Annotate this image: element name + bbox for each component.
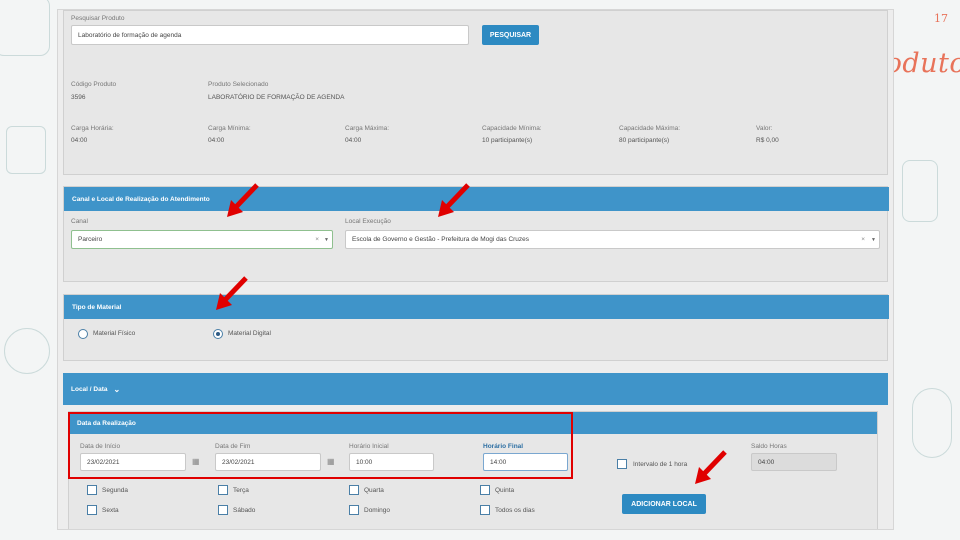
- phone-sketch: [902, 160, 938, 222]
- min-load-value: 04:00: [208, 137, 225, 144]
- weekday-label: Todos os dias: [495, 507, 535, 514]
- location-select-value: Escola de Governo e Gestão - Prefeitura …: [352, 236, 530, 243]
- balance-hours-label: Saldo Horas: [751, 443, 787, 450]
- weekday-label: Sábado: [233, 507, 256, 514]
- min-load-label: Carga Mínima:: [208, 125, 251, 132]
- product-code-label: Código Produto: [71, 81, 117, 88]
- weekday-checkbox[interactable]: [480, 505, 490, 515]
- weekday-label: Quinta: [495, 487, 515, 494]
- interval-label: Intervalo de 1 hora: [633, 461, 688, 468]
- add-location-button[interactable]: ADICIONAR LOCAL: [622, 494, 706, 514]
- local-data-header[interactable]: Local / Data ⌄: [63, 373, 888, 405]
- channel-panel: Canal e Local de Realização do Atendimen…: [63, 186, 889, 282]
- max-load-label: Carga Máxima:: [345, 125, 390, 132]
- workload-label: Carga Horária:: [71, 125, 114, 132]
- channel-select-value: Parceiro: [78, 236, 103, 243]
- weekday-checkbox[interactable]: [480, 485, 490, 495]
- slide-number: 17: [934, 12, 948, 25]
- weekday-label: Quarta: [364, 487, 384, 494]
- max-capacity-label: Capacidade Máxima:: [619, 125, 681, 132]
- red-arrow-icon: [695, 450, 727, 484]
- red-arrow-icon: [227, 183, 259, 217]
- channel-label: Canal: [71, 218, 88, 225]
- search-label: Pesquisar Produto: [71, 15, 125, 22]
- weekday-checkbox[interactable]: [87, 485, 97, 495]
- coffee-cup-sketch: [4, 328, 50, 374]
- material-physical-radio[interactable]: [78, 329, 88, 339]
- clear-icon[interactable]: ×: [315, 236, 319, 243]
- weekday-label: Terça: [233, 487, 249, 494]
- weekday-label: Domingo: [364, 507, 391, 514]
- max-capacity-value: 80 participante(s): [619, 137, 670, 144]
- weekday-checkbox[interactable]: [218, 485, 228, 495]
- location-label: Local Execução: [345, 218, 391, 225]
- price-value: R$ 0,00: [756, 137, 779, 144]
- search-button[interactable]: PESQUISAR: [482, 25, 539, 45]
- weekday-label: Segunda: [102, 487, 129, 494]
- weekday-checkbox[interactable]: [218, 505, 228, 515]
- channel-section-header: Canal e Local de Realização do Atendimen…: [64, 187, 889, 211]
- date-highlight-box: [68, 412, 573, 479]
- material-digital-label: Material Digital: [228, 330, 271, 337]
- interval-checkbox[interactable]: [617, 459, 627, 469]
- balance-hours-input: 04:00: [751, 453, 837, 471]
- red-arrow-icon: [216, 276, 248, 310]
- weekday-checkbox[interactable]: [349, 505, 359, 515]
- weekday-label: Sexta: [102, 507, 119, 514]
- product-panel: Pesquisar Produto Laboratório de formaçã…: [63, 10, 888, 175]
- selected-product: LABORATÓRIO DE FORMAÇÃO DE AGENDA: [208, 94, 345, 101]
- material-physical-label: Material Físico: [93, 330, 136, 337]
- min-capacity-label: Capacidade Mínima:: [482, 125, 542, 132]
- tablet-sketch: [6, 126, 46, 174]
- workload-value: 04:00: [71, 137, 88, 144]
- weekday-checkbox[interactable]: [87, 505, 97, 515]
- scheduling-screen: Pesquisar Produto Laboratório de formaçã…: [57, 9, 894, 530]
- location-select[interactable]: Escola de Governo e Gestão - Prefeitura …: [345, 230, 880, 249]
- min-capacity-value: 10 participante(s): [482, 137, 533, 144]
- headphones-sketch: [912, 388, 952, 458]
- chevron-down-icon[interactable]: ▼: [871, 237, 876, 243]
- channel-select[interactable]: Parceiro × ▼: [71, 230, 333, 249]
- price-label: Valor:: [756, 125, 773, 132]
- clear-icon[interactable]: ×: [861, 236, 865, 243]
- red-arrow-icon: [438, 183, 470, 217]
- search-input[interactable]: Laboratório de formação de agenda: [71, 25, 469, 45]
- local-data-title: Local / Data: [71, 385, 108, 393]
- chevron-down-icon[interactable]: ▼: [324, 237, 329, 243]
- max-load-value: 04:00: [345, 137, 362, 144]
- keyboard-sketch: [0, 0, 50, 56]
- chevron-down-icon: ⌄: [113, 384, 121, 394]
- material-section-header: Tipo de Material: [64, 295, 889, 319]
- material-panel: Tipo de Material Material Físico Materia…: [63, 294, 889, 361]
- material-digital-radio[interactable]: [213, 329, 223, 339]
- selected-product-label: Produto Selecionado: [208, 81, 269, 88]
- product-code: 3596: [71, 94, 86, 101]
- weekday-checkbox[interactable]: [349, 485, 359, 495]
